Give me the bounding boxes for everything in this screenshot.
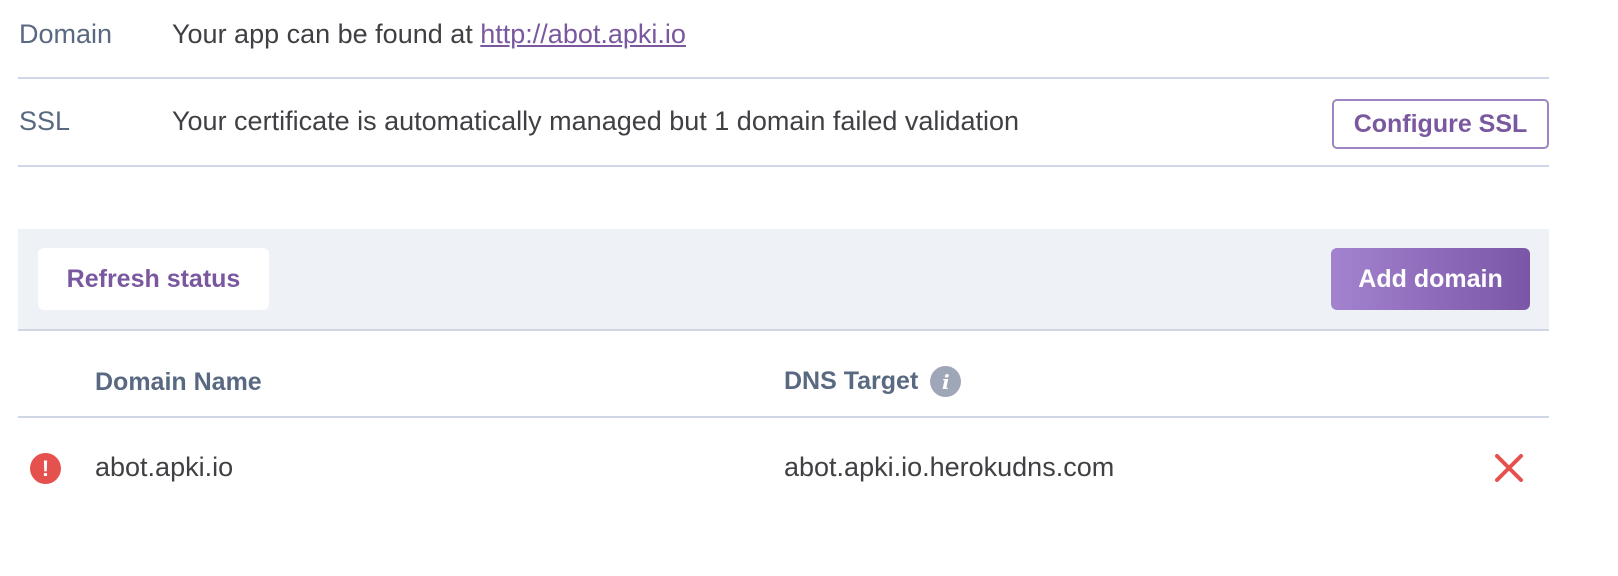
dns-target-header-label: DNS Target bbox=[784, 367, 919, 395]
close-icon[interactable] bbox=[1493, 452, 1525, 484]
configure-ssl-button[interactable]: Configure SSL bbox=[1332, 99, 1549, 149]
column-header-dns-target: DNS Target i bbox=[784, 366, 962, 397]
domain-name-cell: abot.apki.io bbox=[95, 452, 234, 482]
refresh-status-button[interactable]: Refresh status bbox=[38, 248, 269, 310]
domain-text: Your app can be found at bbox=[172, 19, 481, 49]
column-header-domain-name: Domain Name bbox=[95, 368, 262, 396]
domain-label: Domain bbox=[19, 19, 113, 49]
dns-target-cell: abot.apki.io.herokudns.com bbox=[784, 452, 1115, 482]
domains-toolbar: Refresh status Add domain bbox=[18, 229, 1549, 331]
alert-icon: ! bbox=[30, 453, 61, 484]
ssl-description: Your certificate is automatically manage… bbox=[172, 106, 1019, 136]
settings-section: Domain Your app can be found at http://a… bbox=[18, 0, 1549, 167]
add-domain-button[interactable]: Add domain bbox=[1331, 248, 1530, 310]
domain-description: Your app can be found at http://abot.apk… bbox=[172, 19, 686, 50]
table-row: ! abot.apki.io abot.apki.io.herokudns.co… bbox=[18, 418, 1549, 518]
app-url-link[interactable]: http://abot.apki.io bbox=[480, 19, 686, 49]
ssl-row: SSL Your certificate is automatically ma… bbox=[18, 79, 1549, 167]
domains-table-header: Domain Name DNS Target i bbox=[18, 331, 1549, 418]
info-icon[interactable]: i bbox=[930, 366, 962, 397]
domain-row: Domain Your app can be found at http://a… bbox=[18, 0, 1549, 79]
ssl-label: SSL bbox=[19, 106, 71, 136]
